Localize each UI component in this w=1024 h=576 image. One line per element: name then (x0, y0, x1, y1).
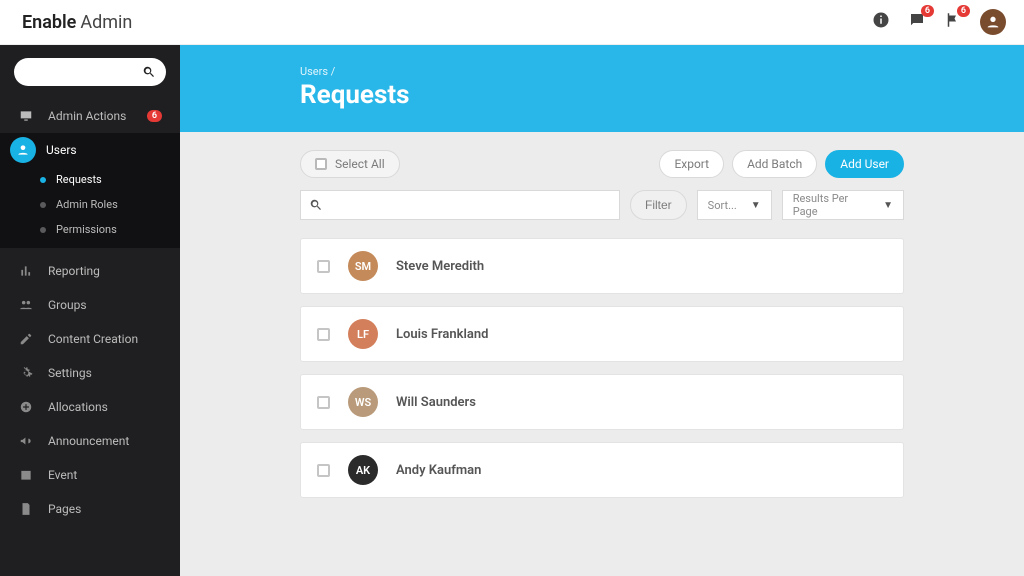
topbar: Enable Admin 6 6 (0, 0, 1024, 45)
row-checkbox[interactable] (317, 464, 330, 477)
sidebar-item-users[interactable]: Users (0, 133, 180, 167)
chart-icon (18, 264, 34, 278)
chevron-down-icon: ▼ (883, 200, 893, 211)
results-per-page-select[interactable]: Results Per Page ▼ (782, 190, 904, 220)
brand-word-2: Admin (80, 12, 132, 33)
brand-word-1: Enable (22, 12, 76, 33)
sidebar-item-event[interactable]: Event (0, 458, 180, 492)
current-user-avatar[interactable] (980, 9, 1006, 35)
topbar-icons: 6 6 (872, 9, 1006, 35)
checkbox-icon (315, 158, 327, 170)
row-checkbox[interactable] (317, 396, 330, 409)
content-area: Users / Requests Select All Export Add B… (180, 45, 1024, 576)
add-batch-label: Add Batch (747, 157, 802, 171)
sidebar-item-allocations[interactable]: Allocations (0, 390, 180, 424)
sidebar-item-label: Settings (48, 366, 92, 380)
add-user-label: Add User (840, 157, 889, 171)
brand-logo[interactable]: Enable Admin (18, 12, 132, 33)
sidebar-item-label: Reporting (48, 264, 100, 278)
sidebar: Admin Actions 6 Users Requests Admin Rol… (0, 45, 180, 576)
sidebar-search[interactable] (14, 58, 166, 86)
sidebar-sub-label: Admin Roles (56, 198, 118, 211)
sidebar-badge-admin-actions: 6 (147, 110, 162, 122)
user-request-row[interactable]: LF Louis Frankland (300, 306, 904, 362)
user-avatar: AK (348, 455, 378, 485)
page-banner: Users / Requests (180, 45, 1024, 132)
user-name: Louis Frankland (396, 327, 488, 342)
row-checkbox[interactable] (317, 260, 330, 273)
sidebar-sub-requests[interactable]: Requests (0, 167, 180, 192)
sidebar-item-label: Event (48, 468, 77, 482)
chat-badge: 6 (921, 5, 934, 17)
sidebar-label-users: Users (46, 143, 77, 157)
list-search-input[interactable] (329, 198, 611, 212)
sidebar-item-announcement[interactable]: Announcement (0, 424, 180, 458)
sidebar-item-groups[interactable]: Groups (0, 288, 180, 322)
plus-circle-icon (18, 400, 34, 414)
sidebar-item-pages[interactable]: Pages (0, 492, 180, 526)
sidebar-sub-label: Permissions (56, 223, 117, 236)
row-checkbox[interactable] (317, 328, 330, 341)
dot-icon (40, 227, 46, 233)
chat-icon[interactable]: 6 (908, 11, 926, 33)
dot-icon (40, 202, 46, 208)
group-icon (18, 298, 34, 312)
megaphone-icon (18, 434, 34, 448)
sort-select[interactable]: Sort... ▼ (697, 190, 772, 220)
add-user-button[interactable]: Add User (825, 150, 904, 178)
page-title: Requests (300, 80, 904, 110)
select-all-button[interactable]: Select All (300, 150, 400, 178)
user-avatar: SM (348, 251, 378, 281)
user-request-row[interactable]: SM Steve Meredith (300, 238, 904, 294)
dot-icon (40, 177, 46, 183)
sidebar-item-label: Groups (48, 298, 87, 312)
sidebar-item-reporting[interactable]: Reporting (0, 254, 180, 288)
pencil-icon (18, 332, 34, 346)
sidebar-sub-admin-roles[interactable]: Admin Roles (0, 192, 180, 217)
sidebar-section-users: Users Requests Admin Roles Permissions (0, 133, 180, 248)
sidebar-sub-label: Requests (56, 173, 102, 186)
chevron-down-icon: ▼ (751, 200, 761, 211)
filter-label: Filter (645, 198, 672, 212)
select-all-label: Select All (335, 157, 385, 171)
sidebar-item-content-creation[interactable]: Content Creation (0, 322, 180, 356)
user-name: Will Saunders (396, 395, 476, 410)
sidebar-item-label: Allocations (48, 400, 108, 414)
sidebar-sub-permissions[interactable]: Permissions (0, 217, 180, 242)
flag-icon[interactable]: 6 (944, 11, 962, 33)
sidebar-label-admin-actions: Admin Actions (48, 109, 126, 123)
info-icon[interactable] (872, 11, 890, 33)
user-name: Steve Meredith (396, 259, 484, 274)
list-search[interactable] (300, 190, 620, 220)
user-request-row[interactable]: AK Andy Kaufman (300, 442, 904, 498)
add-batch-button[interactable]: Add Batch (732, 150, 817, 178)
user-request-list: SM Steve Meredith LF Louis Frankland WS Will … (300, 238, 904, 498)
calendar-icon (18, 468, 34, 482)
sidebar-item-label: Pages (48, 502, 81, 516)
user-request-row[interactable]: WS Will Saunders (300, 374, 904, 430)
gear-icon (18, 366, 34, 380)
search-icon (142, 65, 156, 79)
results-per-page-label: Results Per Page (793, 192, 869, 218)
filter-button[interactable]: Filter (630, 190, 687, 220)
user-avatar: LF (348, 319, 378, 349)
breadcrumb[interactable]: Users / (300, 65, 904, 78)
export-label: Export (674, 157, 709, 171)
toolbar-row-2: Filter Sort... ▼ Results Per Page ▼ (300, 190, 904, 220)
sidebar-item-settings[interactable]: Settings (0, 356, 180, 390)
toolbar-row-1: Select All Export Add Batch Add User (300, 150, 904, 178)
monitor-icon (18, 109, 34, 123)
document-icon (18, 502, 34, 516)
user-icon (10, 137, 36, 163)
user-avatar: WS (348, 387, 378, 417)
flag-badge: 6 (957, 5, 970, 17)
search-icon (309, 198, 323, 212)
sidebar-item-admin-actions[interactable]: Admin Actions 6 (0, 99, 180, 133)
export-button[interactable]: Export (659, 150, 724, 178)
sort-label: Sort... (708, 199, 737, 212)
user-name: Andy Kaufman (396, 463, 481, 478)
sidebar-item-label: Content Creation (48, 332, 138, 346)
sidebar-item-label: Announcement (48, 434, 129, 448)
